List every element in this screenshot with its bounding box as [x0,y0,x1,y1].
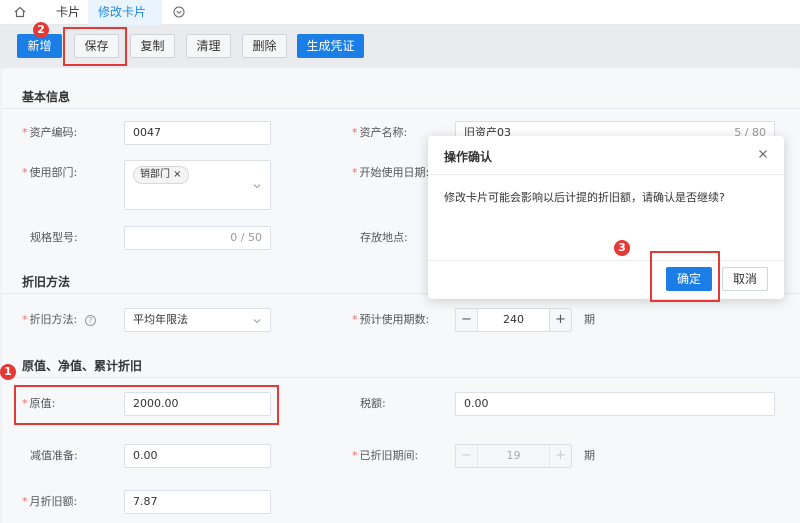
tax-input[interactable]: 0.00 [455,392,775,416]
annotation-box-save [63,27,127,66]
depreciated-periods-label: * 已折旧期间: [352,449,419,462]
impairment-label: 减值准备: [30,449,78,462]
increment-button: + [549,445,571,467]
periods-unit: 期 [584,313,595,326]
tab-edit-card[interactable]: 修改卡片 × [88,0,162,44]
help-icon[interactable]: ? [84,315,96,326]
dialog-message: 修改卡片可能会影响以后计提的折旧额，请确认是否继续? [444,191,725,204]
spec-label: 规格型号: [30,231,78,244]
divider [428,174,784,175]
start-date-label: * 开始使用日期: [352,166,430,179]
close-icon[interactable] [758,149,768,159]
depreciated-periods-unit: 期 [584,449,595,462]
delete-button[interactable]: 删除 [242,34,287,58]
tab-bar: 卡片 修改卡片 × [0,0,800,44]
tax-label: 税额: [360,397,386,410]
asset-code-input[interactable]: 0047 [124,121,271,145]
generate-voucher-button[interactable]: 生成凭证 [297,34,364,58]
tab-edit-card-label: 修改卡片 [98,5,147,19]
annotation-box-original-value [14,385,279,425]
divider [2,108,800,109]
tab-card[interactable]: 卡片 [56,0,80,25]
section-values: 原值、净值、累计折旧 [22,359,143,373]
depreciated-periods-stepper: − 19 + [455,444,572,468]
cancel-button[interactable]: 取消 [722,267,768,291]
impairment-input[interactable]: 0.00 [124,444,271,468]
depreciation-method-label: * 折旧方法: ? [22,308,96,332]
department-label: * 使用部门: [22,166,78,179]
department-tag: 销部门 × [133,166,189,184]
annotation-marker-2: 2 [33,22,49,38]
location-label: 存放地点: [360,231,408,244]
spec-input[interactable]: 0 / 50 [124,226,271,250]
confirm-dialog: 操作确认 修改卡片可能会影响以后计提的折旧额，请确认是否继续? 确定 取消 [428,136,784,299]
divider [2,377,800,378]
increment-button[interactable]: + [549,309,571,331]
home-icon[interactable] [14,6,26,18]
decrement-button: − [456,445,478,467]
department-select[interactable]: 销部门 × [124,160,271,210]
chevron-down-icon [253,319,261,324]
monthly-depreciation-input[interactable]: 7.87 [124,490,271,514]
expected-periods-stepper[interactable]: − 240 + [455,308,572,332]
divider [428,260,784,261]
annotation-marker-3: 3 [614,240,630,256]
decrement-button[interactable]: − [456,309,478,331]
depreciated-periods-value: 19 [506,449,521,462]
monthly-depreciation-label: * 月折旧额: [22,495,78,508]
dialog-title: 操作确认 [444,150,493,164]
clear-button[interactable]: 清理 [186,34,231,58]
spec-counter: 0 / 50 [230,231,262,244]
annotation-box-confirm [650,251,720,302]
expected-periods-value: 240 [503,313,524,326]
asset-name-label: * 资产名称: [352,126,408,139]
asset-code-label: * 资产编码: [22,126,78,139]
section-depreciation: 折旧方法 [22,275,71,289]
depreciation-method-select[interactable]: 平均年限法 [124,308,271,332]
section-basic-info: 基本信息 [22,90,71,104]
chevron-down-icon [253,184,261,189]
chevron-circle-icon[interactable] [173,6,185,18]
expected-periods-label: * 预计使用期数: [352,313,430,326]
copy-button[interactable]: 复制 [130,34,175,58]
annotation-marker-1: 1 [0,364,16,380]
